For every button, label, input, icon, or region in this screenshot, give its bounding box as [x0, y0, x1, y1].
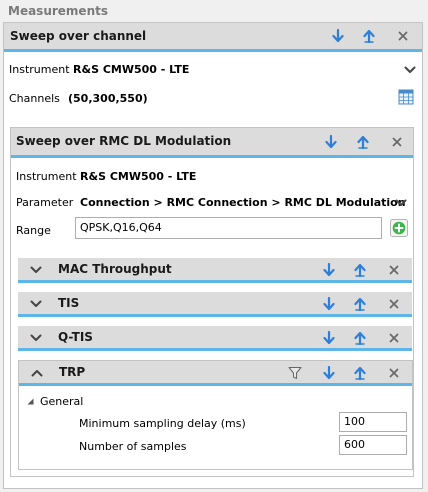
move-up-icon[interactable] [352, 296, 368, 312]
table-editor-icon[interactable] [397, 88, 415, 106]
move-down-icon[interactable] [321, 296, 337, 312]
move-up-icon[interactable] [352, 365, 368, 381]
range-label: Range [16, 224, 51, 237]
trp-card: TRP General Minimum sampling delay (ms) … [18, 360, 413, 470]
sweep-channel-header[interactable]: Sweep over channel [4, 23, 422, 52]
move-up-icon[interactable] [352, 330, 368, 346]
number-of-samples-input[interactable]: 600 [339, 435, 407, 455]
move-down-icon[interactable] [321, 262, 337, 278]
trp-header[interactable]: TRP [19, 361, 412, 386]
channels-label: Channels [9, 92, 60, 105]
channels-value: (50,300,550) [68, 92, 148, 105]
sweep-rmc-card: Sweep over RMC DL Modulation Instrument … [10, 127, 414, 477]
chevron-down-icon[interactable] [28, 330, 44, 346]
chevron-down-icon[interactable] [402, 62, 418, 78]
mac-throughput-title: MAC Throughput [58, 262, 172, 276]
move-down-icon[interactable] [330, 28, 346, 44]
chevron-down-icon[interactable] [28, 262, 44, 278]
close-icon[interactable] [386, 365, 402, 381]
close-icon[interactable] [386, 296, 402, 312]
move-down-icon[interactable] [321, 365, 337, 381]
close-icon[interactable] [389, 134, 405, 150]
close-icon[interactable] [386, 262, 402, 278]
chevron-down-icon[interactable] [28, 296, 44, 312]
sweep-rmc-header[interactable]: Sweep over RMC DL Modulation [11, 128, 413, 158]
move-down-icon[interactable] [321, 330, 337, 346]
collapse-triangle-icon[interactable] [25, 396, 35, 406]
trp-title: TRP [59, 365, 86, 379]
tis-header[interactable]: TIS [18, 292, 412, 317]
q-tis-header[interactable]: Q-TIS [18, 326, 412, 351]
close-icon[interactable] [386, 330, 402, 346]
min-sampling-delay-input[interactable]: 100 [339, 412, 407, 432]
sweep-channel-card: Sweep over channel Instrument R&S CMW500… [3, 22, 423, 489]
sweep-rmc-title: Sweep over RMC DL Modulation [16, 134, 232, 148]
sweep-channel-title: Sweep over channel [10, 29, 147, 43]
tis-title: TIS [58, 296, 80, 310]
q-tis-title: Q-TIS [58, 330, 93, 344]
parameter-label: Parameter [16, 196, 74, 209]
mac-throughput-header[interactable]: MAC Throughput [18, 258, 412, 283]
filter-icon[interactable] [287, 365, 303, 381]
close-icon[interactable] [395, 28, 411, 44]
instrument-value[interactable]: R&S CMW500 - LTE [73, 63, 189, 76]
group-label-general: General [40, 395, 84, 408]
instrument-value[interactable]: R&S CMW500 - LTE [80, 170, 196, 183]
number-of-samples-label: Number of samples [79, 440, 187, 453]
instrument-label: Instrument [9, 63, 70, 76]
move-up-icon[interactable] [361, 28, 377, 44]
instrument-label: Instrument [16, 170, 77, 183]
move-up-icon[interactable] [352, 262, 368, 278]
move-down-icon[interactable] [323, 134, 339, 150]
range-input[interactable]: QPSK,Q16,Q64 [75, 217, 382, 239]
chevron-down-icon[interactable] [393, 195, 409, 211]
panel-title: Measurements [8, 4, 108, 18]
move-up-icon[interactable] [355, 134, 371, 150]
chevron-up-icon[interactable] [29, 365, 45, 381]
parameter-value[interactable]: Connection > RMC Connection > RMC DL Mod… [80, 196, 406, 209]
add-icon[interactable] [390, 219, 408, 237]
min-sampling-delay-label: Minimum sampling delay (ms) [79, 417, 246, 430]
